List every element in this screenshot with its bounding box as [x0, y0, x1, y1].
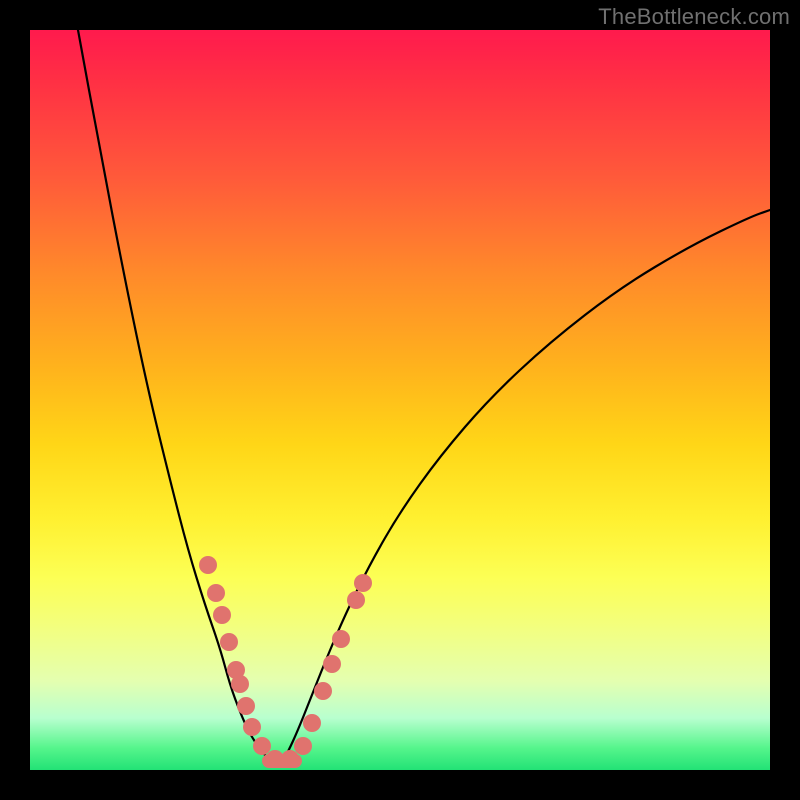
highlight-dot	[253, 737, 271, 755]
highlight-dot	[199, 556, 217, 574]
highlight-dot	[354, 574, 372, 592]
highlight-dot	[243, 718, 261, 736]
watermark-text: TheBottleneck.com	[598, 4, 790, 30]
plot-area	[30, 30, 770, 770]
highlight-dots	[199, 556, 372, 768]
highlight-dot	[220, 633, 238, 651]
highlight-dot	[294, 737, 312, 755]
right-curve	[280, 210, 770, 766]
chart-svg	[30, 30, 770, 770]
highlight-dot	[314, 682, 332, 700]
highlight-dot	[303, 714, 321, 732]
highlight-dot	[281, 750, 299, 768]
highlight-dot	[231, 675, 249, 693]
highlight-dot	[237, 697, 255, 715]
highlight-dot	[207, 584, 225, 602]
chart-frame: TheBottleneck.com	[0, 0, 800, 800]
left-curve	[78, 30, 280, 766]
highlight-dot	[332, 630, 350, 648]
highlight-dot	[213, 606, 231, 624]
highlight-dot	[323, 655, 341, 673]
highlight-dot	[347, 591, 365, 609]
